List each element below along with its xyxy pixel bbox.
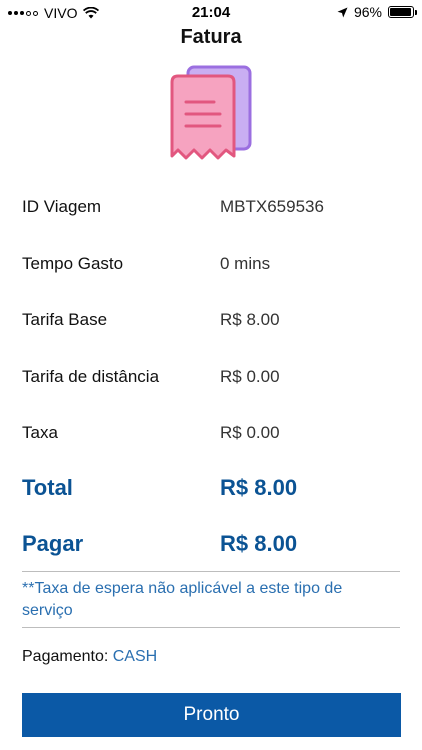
status-right: 96% xyxy=(337,4,417,20)
waiting-fee-note: **Taxa de espera não aplicável a este ti… xyxy=(22,580,343,619)
page-title: Fatura xyxy=(180,26,242,48)
trip-id-label: ID Viagem xyxy=(22,197,102,216)
row-time-spent: Tempo Gasto 0 mins xyxy=(22,254,402,284)
trip-id-value: MBTX659536 xyxy=(220,197,324,216)
row-tax: Taxa R$ 0.00 xyxy=(22,423,402,453)
done-button[interactable]: Pronto xyxy=(22,693,401,737)
row-total: Total R$ 8.00 xyxy=(22,475,402,505)
status-bar: VIVO 21:04 96% xyxy=(0,0,422,26)
row-trip-id: ID Viagem MBTX659536 xyxy=(22,197,402,227)
base-fare-value: R$ 8.00 xyxy=(220,310,280,329)
total-value: R$ 8.00 xyxy=(220,475,298,500)
payment-label: Pagamento: xyxy=(22,648,109,665)
time-spent-label: Tempo Gasto xyxy=(22,254,124,273)
distance-fare-value: R$ 0.00 xyxy=(220,367,280,386)
total-label: Total xyxy=(22,475,73,500)
location-arrow-icon xyxy=(337,7,348,17)
pay-label: Pagar xyxy=(22,531,84,556)
base-fare-label: Tarifa Base xyxy=(22,310,108,329)
divider xyxy=(22,627,400,628)
row-base-fare: Tarifa Base R$ 8.00 xyxy=(22,310,402,340)
battery-percent: 96% xyxy=(353,4,382,20)
row-pay: Pagar R$ 8.00 xyxy=(22,531,402,561)
distance-fare-label: Tarifa de distância xyxy=(22,367,160,386)
time-spent-value: 0 mins xyxy=(220,254,271,273)
row-distance-fare: Tarifa de distância R$ 0.00 xyxy=(22,367,402,397)
payment-method: CASH xyxy=(112,648,158,665)
payment-info: Pagamento: CASH xyxy=(22,648,157,666)
tax-label: Taxa xyxy=(22,423,58,442)
divider xyxy=(22,571,400,572)
invoice-receipt-icon xyxy=(170,65,252,160)
pay-value: R$ 8.00 xyxy=(220,531,298,556)
tax-value: R$ 0.00 xyxy=(220,423,280,442)
battery-icon xyxy=(388,6,417,18)
